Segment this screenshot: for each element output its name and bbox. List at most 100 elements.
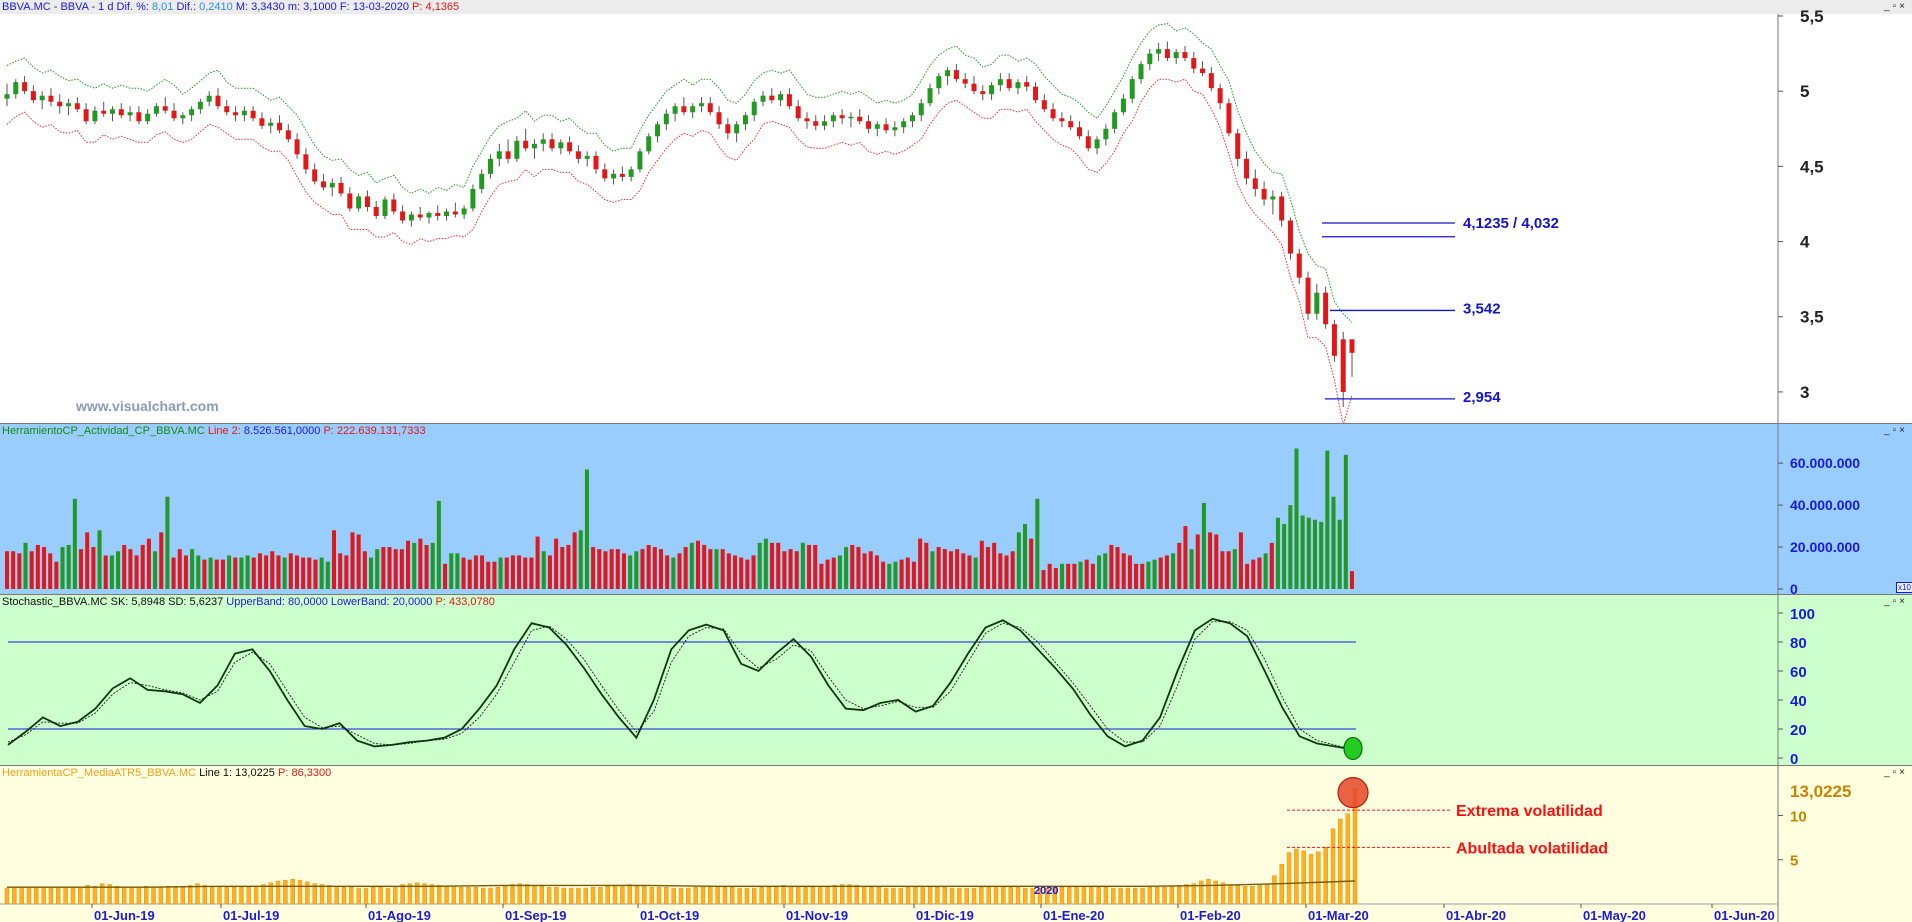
candle bbox=[760, 91, 766, 107]
candle-body bbox=[769, 95, 775, 101]
volume-bar bbox=[911, 561, 916, 589]
atr-bar bbox=[927, 886, 933, 905]
candle bbox=[1331, 319, 1337, 362]
atr-chart[interactable]: Extrema volatilidad Abultada volatilidad 5… bbox=[0, 766, 1912, 922]
atr-bar bbox=[1294, 848, 1299, 905]
volume-bar bbox=[782, 551, 787, 589]
volume-bar bbox=[294, 555, 299, 589]
candle-body bbox=[391, 199, 397, 212]
volume-tick-label: 0 bbox=[1790, 581, 1798, 595]
atr-bar bbox=[993, 886, 999, 905]
volume-bar bbox=[887, 563, 892, 589]
volume-bar bbox=[183, 555, 188, 589]
atr-bar bbox=[1272, 875, 1277, 905]
atr-bar bbox=[63, 886, 68, 905]
atr-panel[interactable]: HerramientaCP_MediaATR5_BBVA.MC Line 1: … bbox=[0, 766, 1912, 922]
volume-bar bbox=[1319, 521, 1324, 589]
candle bbox=[452, 202, 458, 218]
atr-bar bbox=[1264, 883, 1270, 905]
candle bbox=[417, 206, 423, 221]
candle bbox=[997, 73, 1003, 92]
line1-label: Line 1: bbox=[199, 767, 233, 779]
volume-bar bbox=[837, 555, 842, 589]
atr-bar bbox=[803, 886, 808, 905]
candle-body bbox=[303, 154, 309, 170]
atr-bar bbox=[209, 886, 215, 905]
volume-bar bbox=[196, 555, 201, 589]
candle bbox=[514, 136, 520, 162]
sd-value: 5,6237 bbox=[189, 596, 224, 608]
volume-bar bbox=[214, 559, 219, 589]
volume-bar bbox=[1127, 555, 1132, 589]
volume-bar bbox=[1115, 547, 1120, 589]
volume-chart[interactable]: 0 20.000.000 40.000.000 60.000.000 bbox=[0, 424, 1912, 595]
volume-bar bbox=[1183, 526, 1188, 589]
volume-bar bbox=[486, 561, 491, 589]
candle-body bbox=[48, 95, 54, 102]
volume-bar bbox=[338, 553, 343, 589]
line2-label: Line 2: bbox=[207, 425, 241, 437]
volume-bar bbox=[449, 553, 454, 589]
volume-bar bbox=[985, 547, 990, 589]
x-tick-label: 01-Abr-20 bbox=[1446, 908, 1506, 922]
candle-body bbox=[1270, 196, 1276, 200]
price-panel[interactable]: BBVA.MC - BBVA - 1 d Dif. %: 8,01 Dif.: … bbox=[0, 0, 1912, 424]
volume-bar bbox=[930, 551, 935, 589]
candle bbox=[1323, 286, 1329, 329]
stochastic-chart[interactable]: 0 20 40 60 80 100 bbox=[0, 595, 1912, 766]
volume-bar bbox=[1158, 557, 1163, 589]
price-chart[interactable]: 3 3,5 4 4,5 5 5,5 4,1235 / 4,032 3,542 2,954 bbox=[0, 0, 1912, 424]
volume-bar bbox=[1010, 551, 1015, 589]
candle bbox=[444, 208, 450, 221]
candle-body bbox=[347, 193, 353, 209]
volume-bar bbox=[1232, 549, 1237, 589]
price-window-controls[interactable]: _▫× bbox=[1884, 1, 1908, 13]
candle bbox=[347, 187, 353, 212]
volume-panel[interactable]: HerramientoCP_Actividad_CP_BBVA.MC Line … bbox=[0, 424, 1912, 595]
stochastic-panel[interactable]: Stochastic_BBVA.MC SK: 5,8948 SD: 5,6237… bbox=[0, 595, 1912, 766]
volume-bar bbox=[412, 542, 417, 589]
candle-body bbox=[1112, 112, 1118, 129]
candle bbox=[1191, 52, 1197, 74]
volatility-annotation: Abultada volatilidad bbox=[1456, 840, 1608, 857]
volume-window-controls[interactable]: _▫× bbox=[1884, 425, 1908, 437]
candle-body bbox=[364, 196, 370, 207]
atr-bar bbox=[1242, 886, 1248, 905]
volume-bar bbox=[1288, 505, 1293, 589]
stochastic-window-controls[interactable]: _▫× bbox=[1884, 596, 1908, 608]
volume-bar bbox=[634, 551, 639, 589]
volume-bar bbox=[1041, 570, 1046, 589]
volume-bar bbox=[708, 549, 713, 589]
candle bbox=[672, 103, 678, 122]
volume-header: HerramientoCP_Actividad_CP_BBVA.MC Line … bbox=[2, 424, 426, 438]
atr-bar bbox=[1323, 847, 1328, 905]
candle bbox=[1050, 103, 1056, 122]
volume-bar bbox=[955, 549, 960, 589]
candle bbox=[22, 76, 28, 95]
volume-bar bbox=[689, 542, 694, 589]
volume-bar bbox=[220, 559, 225, 589]
last-price-label: P: bbox=[412, 1, 423, 13]
atr-bar bbox=[502, 885, 508, 905]
candle bbox=[575, 145, 581, 164]
volume-bar bbox=[615, 549, 620, 589]
volume-bar bbox=[202, 559, 207, 589]
candle bbox=[1226, 98, 1232, 137]
atr-bar bbox=[1345, 813, 1350, 905]
candle-body bbox=[1182, 52, 1188, 59]
stoch-tick-label: 0 bbox=[1790, 751, 1798, 766]
candle bbox=[804, 112, 810, 129]
candle bbox=[866, 115, 872, 134]
volume-bar bbox=[874, 555, 879, 589]
candle bbox=[602, 163, 608, 182]
candle-body bbox=[1068, 121, 1074, 128]
volume-bar bbox=[1294, 448, 1299, 589]
volume-bar bbox=[208, 557, 213, 589]
atr-bar bbox=[1169, 886, 1175, 905]
atr-bar bbox=[656, 886, 662, 905]
volume-bar bbox=[159, 532, 164, 589]
candle bbox=[277, 115, 283, 134]
candle bbox=[1085, 130, 1091, 152]
atr-window-controls[interactable]: _▫× bbox=[1884, 767, 1908, 779]
lowerband-value: 20,0000 bbox=[392, 596, 433, 608]
